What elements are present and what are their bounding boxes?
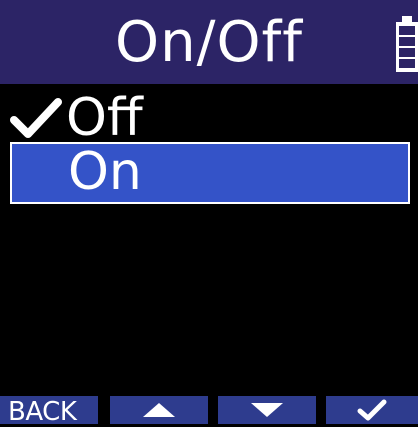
page-title: On/Off (115, 10, 303, 75)
menu-item-label: On (68, 142, 142, 202)
menu-item-on[interactable]: On (10, 142, 410, 204)
back-button[interactable]: BACK (0, 396, 98, 427)
checkmark-icon (357, 399, 387, 421)
enter-button[interactable] (326, 396, 418, 424)
down-button[interactable] (218, 396, 316, 424)
up-button[interactable] (110, 396, 208, 424)
battery-full-icon (396, 16, 418, 72)
back-label: BACK (8, 397, 77, 427)
menu-item-off[interactable]: Off (10, 86, 410, 150)
down-arrow-icon (251, 403, 283, 417)
footer-bar: BACK (0, 396, 418, 427)
checkmark-icon (10, 98, 62, 138)
header-bar: On/Off (0, 0, 418, 84)
up-arrow-icon (143, 403, 175, 417)
menu-item-label: Off (66, 88, 143, 148)
